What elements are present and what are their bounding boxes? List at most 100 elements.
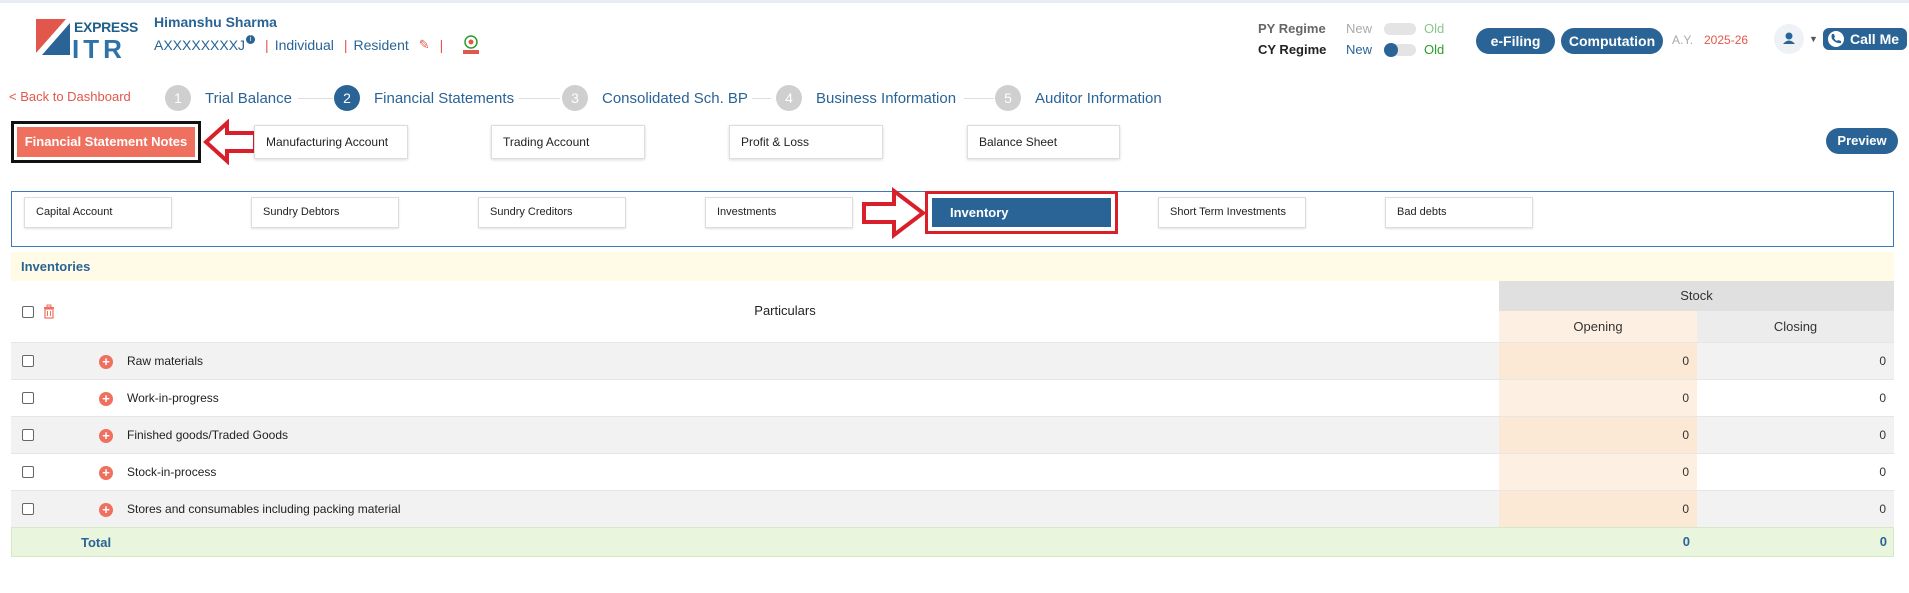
divider: | [343,37,348,53]
step-connector [752,98,771,99]
table-row: + Work-in-progress 0 0 [11,379,1894,416]
step-label: Trial Balance [205,89,292,107]
opening-value[interactable]: 0 [1499,380,1697,416]
step-label: Auditor Information [1035,89,1162,107]
row-label: Raw materials [127,354,204,368]
back-to-dashboard-link[interactable]: < Back to Dashboard [9,89,131,104]
step-label: Financial Statements [374,89,515,107]
py-regime-toggle[interactable] [1384,22,1416,35]
py-regime-old: Old [1424,21,1445,36]
step-number: 5 [995,85,1021,111]
add-icon[interactable]: + [99,429,113,443]
tab-financial-statement-notes[interactable]: Financial Statement Notes [11,121,201,163]
py-regime-new: New [1346,21,1373,36]
subtab-investments[interactable]: Investments [705,197,853,228]
row-label: Stock-in-process [127,465,217,479]
row-checkbox[interactable] [22,429,34,441]
column-header-closing: Closing [1697,311,1894,342]
cy-regime-label: CY Regime [1258,42,1327,57]
row-checkbox[interactable] [22,355,34,367]
info-icon[interactable]: i [246,34,256,44]
annotation-arrow-left-icon [203,119,257,165]
add-icon[interactable]: + [99,503,113,517]
cy-regime-toggle[interactable] [1384,42,1416,57]
user-pan: AXXXXXXXXJ [154,37,246,53]
user-residency: Resident [353,37,409,53]
opening-value[interactable]: 0 [1499,454,1697,490]
step-number: 3 [562,85,588,111]
row-label: Stores and consumables including packing… [127,502,401,516]
user-type: Individual [274,37,334,53]
emblem-icon [463,35,480,54]
chevron-down-icon[interactable]: ▼ [1809,34,1818,44]
express-itr-logo[interactable]: EXPRESS ITR [34,17,138,64]
call-me-button[interactable]: Call Me [1823,28,1907,50]
step-trial-balance[interactable]: 1 Trial Balance [165,85,292,111]
top-border [0,0,1909,3]
column-header-particulars: Particulars [754,303,816,318]
closing-value[interactable]: 0 [1697,491,1894,527]
table-row: + Raw materials 0 0 [11,342,1894,379]
section-title: Inventories [11,252,1894,281]
call-me-label: Call Me [1850,31,1900,47]
table-row: + Finished goods/Traded Goods 0 0 [11,416,1894,453]
row-checkbox[interactable] [22,392,34,404]
ay-label: A.Y. [1672,33,1694,47]
subtab-inventory[interactable]: Inventory [925,191,1118,234]
subtab-sundry-creditors[interactable]: Sundry Creditors [478,197,626,228]
step-auditor-information[interactable]: 5 Auditor Information [995,85,1162,111]
computation-button[interactable]: Computation [1561,28,1663,54]
row-checkbox[interactable] [22,503,34,515]
cy-regime-old: Old [1424,42,1445,57]
column-header-opening: Opening [1499,311,1697,342]
closing-value[interactable]: 0 [1697,417,1894,453]
opening-value[interactable]: 0 [1499,343,1697,379]
opening-value[interactable]: 0 [1499,417,1697,453]
table-row: + Stock-in-process 0 0 [11,453,1894,490]
step-number: 2 [334,85,360,111]
row-checkbox[interactable] [22,466,34,478]
add-icon[interactable]: + [99,355,113,369]
closing-value[interactable]: 0 [1697,343,1894,379]
opening-value[interactable]: 0 [1499,491,1697,527]
add-icon[interactable]: + [99,392,113,406]
row-label: Work-in-progress [127,391,219,405]
regime-panel: PY Regime New Old CY Regime New Old [1258,18,1444,60]
step-consolidated-sch-bp[interactable]: 3 Consolidated Sch. BP [562,85,748,111]
annotation-arrow-right-icon [862,187,927,239]
subtab-sundry-debtors[interactable]: Sundry Debtors [251,197,399,228]
closing-value[interactable]: 0 [1697,454,1894,490]
user-name: Himanshu Sharma [154,14,277,30]
pencil-icon[interactable]: ✎ [419,37,430,53]
step-connector [964,98,994,99]
tab-label: Financial Statement Notes [17,127,195,157]
add-icon[interactable]: + [99,466,113,480]
subtab-capital-account[interactable]: Capital Account [24,197,172,228]
trash-icon[interactable] [43,304,55,319]
step-number: 4 [776,85,802,111]
tab-label: Inventory [932,198,1111,227]
tab-balance-sheet[interactable]: Balance Sheet [967,125,1120,159]
py-regime-label: PY Regime [1258,21,1326,36]
step-number: 1 [165,85,191,111]
ay-value: 2025-26 [1704,33,1749,47]
step-label: Consolidated Sch. BP [602,89,748,107]
divider: | [265,37,269,53]
total-label: Total [81,535,112,550]
user-icon[interactable] [1774,24,1804,54]
subtab-bad-debts[interactable]: Bad debts [1385,197,1533,228]
efiling-button[interactable]: e-Filing [1476,28,1555,54]
preview-button[interactable]: Preview [1826,128,1898,154]
select-all-checkbox[interactable] [22,306,34,318]
tab-manufacturing-account[interactable]: Manufacturing Account [254,125,408,159]
header: EXPRESS ITR Himanshu Sharma AXXXXXXXXJ i… [0,4,1909,66]
cy-regime-row: CY Regime New Old [1258,39,1444,60]
column-header-stock: Stock [1499,281,1894,311]
step-business-information[interactable]: 4 Business Information [776,85,956,111]
tab-trading-account[interactable]: Trading Account [491,125,645,159]
step-financial-statements[interactable]: 2 Financial Statements [334,85,514,111]
subtab-short-term-investments[interactable]: Short Term Investments [1158,197,1306,228]
closing-value[interactable]: 0 [1697,380,1894,416]
tab-profit-and-loss[interactable]: Profit & Loss [729,125,883,159]
phone-icon [1828,31,1844,47]
